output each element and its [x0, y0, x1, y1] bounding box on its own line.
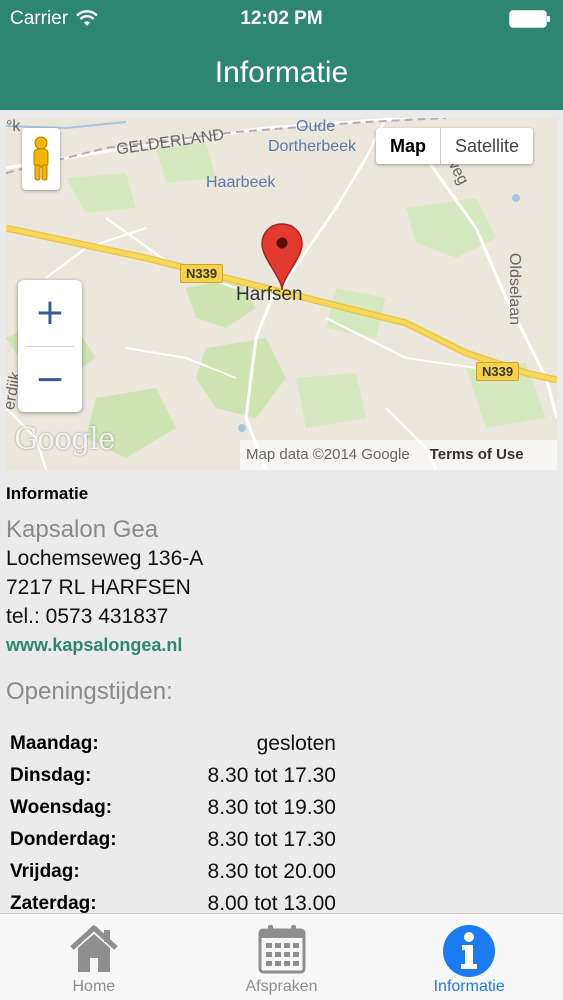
salon-name: Kapsalon Gea	[6, 516, 159, 543]
address-city: 7217 RL HARFSEN	[6, 576, 191, 599]
zoom-in-button[interactable]: +	[18, 280, 82, 346]
hours-day: Dinsdag:	[10, 765, 92, 786]
hours-row: Woensdag: 8.30 tot 19.30	[6, 792, 336, 824]
terms-of-use-link[interactable]: Terms of Use	[430, 440, 524, 470]
section-title: Informatie	[6, 484, 89, 503]
hours-time: 8.30 tot 19.30	[207, 796, 336, 819]
hours-time: 8.30 tot 17.30	[207, 764, 336, 787]
tab-informatie[interactable]: Informatie	[375, 914, 563, 1000]
hours-row: Donderdag: 8.30 tot 17.30	[6, 824, 336, 856]
map-label-haarbeek: Haarbeek	[206, 174, 276, 191]
map-label-edge-k: °k	[6, 118, 21, 135]
hours-day: Vrijdag:	[10, 861, 80, 882]
location-pin-icon[interactable]	[260, 222, 304, 297]
hours-row: Dinsdag: 8.30 tot 17.30	[6, 760, 336, 792]
app-screen: Carrier 12:02 PM Informatie °k GELDERLAN…	[0, 0, 563, 1000]
status-time: 12:02 PM	[240, 8, 323, 29]
zoom-control: + −	[18, 280, 82, 412]
hours-day: Woensdag:	[10, 797, 113, 818]
opening-hours-title: Openingstijden:	[6, 678, 173, 705]
zoom-out-button[interactable]: −	[18, 347, 82, 413]
hours-row: Vrijdag: 8.30 tot 20.00	[6, 856, 336, 888]
map-label-oldselaan: Oldselaan	[506, 252, 524, 326]
map-label-oude: Oude	[296, 118, 336, 135]
map-type-control: Map Satellite	[376, 128, 534, 164]
map-label-dortherbeek: Dortherbeek	[268, 138, 357, 155]
map-view[interactable]: °k GELDERLAND Oude Dortherbeek Haarbeek …	[6, 118, 557, 470]
tab-afspraken-label: Afspraken	[245, 978, 318, 995]
address-street: Lochemseweg 136-A	[6, 547, 204, 570]
map-type-map-button[interactable]: Map	[376, 128, 441, 164]
hours-row: Maandag: gesloten	[6, 728, 336, 760]
home-icon	[70, 925, 118, 972]
hours-time: 8.30 tot 17.30	[207, 828, 336, 851]
hours-day: Donderdag:	[10, 829, 117, 850]
hours-time: gesloten	[256, 732, 336, 755]
page-title: Informatie	[214, 56, 349, 89]
google-logo: Google	[14, 422, 116, 457]
hours-day: Zaterdag:	[10, 893, 97, 914]
header: Carrier 12:02 PM Informatie	[0, 0, 563, 110]
map-type-satellite-button[interactable]: Satellite	[441, 128, 533, 164]
website-link[interactable]: www.kapsalongea.nl	[6, 635, 557, 656]
road-shield-n339: N339	[476, 362, 520, 381]
status-bar: Carrier 12:02 PM	[0, 0, 563, 38]
phone-number[interactable]: tel.: 0573 431837	[6, 602, 557, 631]
tab-home[interactable]: Home	[0, 914, 188, 1000]
tab-bar: Home Afspraken Informatie	[0, 913, 563, 1000]
info-content: Informatie Kapsalon Gea Lochemseweg 136-…	[6, 478, 557, 920]
tab-home-label: Home	[72, 978, 116, 995]
map-data-label: Map data ©2014 Google	[246, 446, 410, 463]
tab-afspraken[interactable]: Afspraken	[188, 914, 376, 1000]
hours-time: 8.30 tot 20.00	[207, 860, 336, 883]
info-icon	[443, 925, 496, 977]
opening-hours-table: Maandag: gesloten Dinsdag: 8.30 tot 17.3…	[6, 728, 336, 920]
calendar-icon	[258, 925, 305, 974]
tab-informatie-label: Informatie	[433, 978, 505, 995]
hours-day: Maandag:	[10, 733, 99, 754]
street-view-pegman-icon[interactable]	[22, 128, 60, 190]
map-attribution: Map data ©2014 Google Terms of Use	[240, 440, 557, 470]
battery-icon	[509, 10, 551, 34]
road-shield-n339: N339	[180, 264, 224, 283]
